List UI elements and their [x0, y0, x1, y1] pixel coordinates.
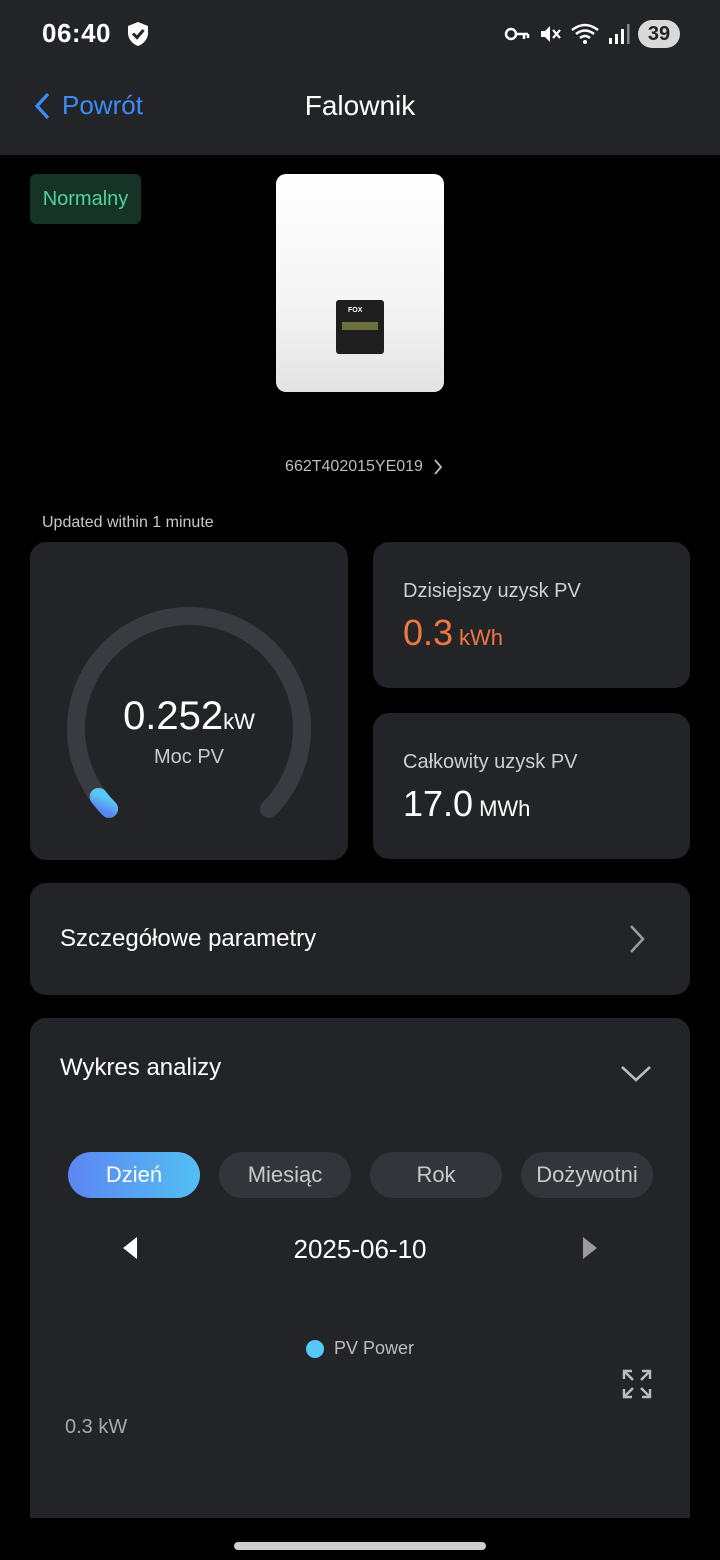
wifi-icon	[571, 23, 599, 44]
tab-month[interactable]: Miesiąc	[219, 1152, 351, 1198]
total-yield-label: Całkowity uzysk PV	[403, 751, 578, 773]
today-yield-card: Dzisiejszy uzysk PV 0.3 kWh	[373, 542, 690, 688]
chart-legend: PV Power	[30, 1338, 690, 1359]
key-icon	[504, 27, 530, 41]
signal-icon	[609, 24, 630, 44]
today-yield-value: 0.3 kWh	[403, 612, 504, 653]
status-bar: 06:40 39	[0, 0, 720, 68]
status-icons: 39	[504, 19, 680, 49]
chevron-right-icon	[630, 925, 645, 953]
pv-power-value: 0.252kW	[123, 694, 255, 738]
pv-power-label: Moc PV	[153, 746, 225, 768]
chevron-down-icon[interactable]	[620, 1064, 652, 1082]
chevron-right-icon	[434, 459, 443, 475]
serial-number: 662T402015YE019	[285, 458, 423, 475]
period-tabs: Dzień Miesiąc Rok Dożywotni	[68, 1152, 653, 1198]
fullscreen-icon[interactable]	[622, 1369, 652, 1399]
gauge-fill	[89, 787, 119, 818]
inverter-image: FOX	[276, 174, 444, 392]
legend-label: PV Power	[333, 1338, 415, 1358]
shield-icon	[128, 22, 148, 46]
date-selector: 2025-06-10	[30, 1232, 690, 1266]
clock: 06:40	[42, 18, 111, 48]
tab-day[interactable]: Dzień	[68, 1152, 200, 1198]
total-yield-value: 17.0 MWh	[403, 783, 531, 824]
home-indicator[interactable]	[234, 1542, 486, 1550]
analysis-title: Wykres analizy	[60, 1054, 222, 1081]
next-date-button[interactable]	[582, 1236, 598, 1260]
mute-icon	[541, 26, 561, 42]
y-axis-label: 0.3 kW	[65, 1416, 128, 1438]
tab-lifetime[interactable]: Dożywotni	[521, 1152, 653, 1198]
detailed-parameters-row[interactable]: Szczegółowe parametry	[30, 883, 690, 995]
nav-bar: Powrót Falownik	[0, 68, 720, 155]
updated-text: Updated within 1 minute	[42, 514, 214, 531]
legend-dot	[305, 1339, 324, 1358]
total-yield-card: Całkowity uzysk PV 17.0 MWh	[373, 713, 690, 859]
today-yield-label: Dzisiejszy uzysk PV	[403, 580, 581, 602]
battery-indicator: 39	[638, 20, 680, 48]
tab-year[interactable]: Rok	[370, 1152, 502, 1198]
pv-power-card: 0.252kW Moc PV	[30, 542, 348, 860]
inverter-logo: FOX	[348, 307, 363, 314]
page-title: Falownik	[304, 90, 416, 121]
detailed-parameters-label: Szczegółowe parametry	[60, 925, 317, 952]
serial-number-link[interactable]: 662T402015YE019	[0, 458, 720, 476]
analysis-chart-card: Wykres analizy Dzień Miesiąc Rok Dożywot…	[30, 1018, 690, 1518]
status-badge: Normalny	[30, 174, 141, 224]
inverter-display: FOX	[336, 300, 384, 354]
